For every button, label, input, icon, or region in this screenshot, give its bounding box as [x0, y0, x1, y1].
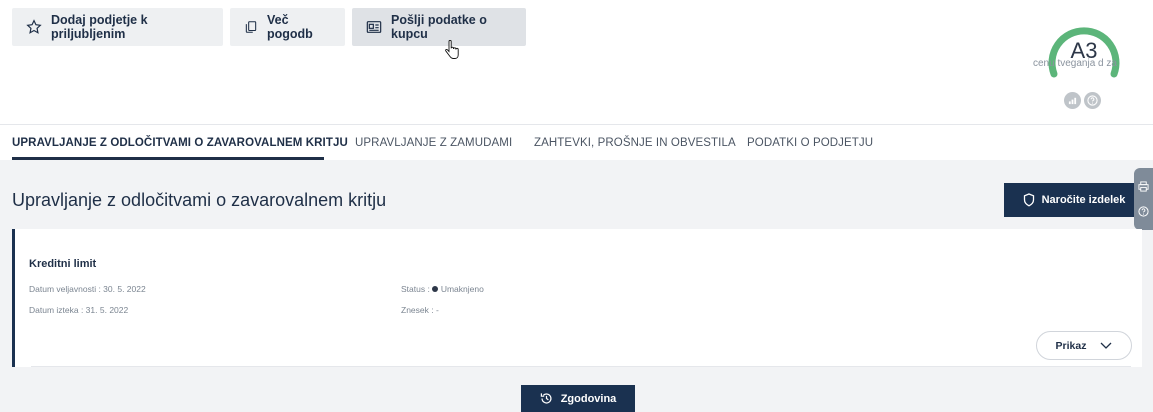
history-label: Zgodovina — [560, 392, 617, 405]
printer-icon[interactable] — [1138, 181, 1149, 192]
tab-bar: UPRAVLJANJE Z ODLOČITVAMI O ZAVAROVALNEM… — [0, 124, 1153, 160]
copy-icon — [245, 21, 257, 33]
card-title: Kreditni limit — [29, 258, 97, 270]
tab-coverage-decisions[interactable]: UPRAVLJANJE Z ODLOČITVAMI O ZAVAROVALNEM… — [12, 137, 348, 149]
id-card-icon — [366, 21, 382, 33]
add-to-favorites-button[interactable]: Dodaj podjetje k priljubljenim — [12, 8, 223, 46]
section-title: Upravljanje z odločitvami o zavarovalnem… — [12, 190, 387, 210]
add-to-favorites-label: Dodaj podjetje k priljubljenim — [51, 13, 148, 41]
risk-tools — [1064, 92, 1101, 109]
order-product-label: Naročite izdelek — [1041, 194, 1126, 206]
expiry-date: Datum izteka : 31. 5. 2022 — [29, 305, 129, 315]
hand-cursor-icon — [445, 40, 459, 59]
more-contracts-button[interactable]: Več pogodb — [230, 8, 345, 46]
show-details-label: Prikaz — [1055, 339, 1087, 352]
status-value: Umaknjeno — [440, 284, 484, 294]
history-button[interactable]: Zgodovina — [521, 385, 635, 412]
status-label: Status : — [401, 284, 430, 294]
order-product-button[interactable]: Naročite izdelek — [1004, 183, 1144, 217]
star-icon — [26, 19, 42, 34]
send-customer-data-button[interactable]: Pošlji podatke o kupcu — [352, 8, 526, 46]
tab-company-data[interactable]: PODATKI O PODJETJU — [747, 137, 873, 149]
side-tools-tab[interactable] — [1134, 168, 1153, 230]
help-circle-icon[interactable] — [1138, 206, 1149, 217]
tab-overdue-management[interactable]: UPRAVLJANJE Z ZAMUDAMI — [355, 137, 512, 149]
more-contracts-label: Več pogodb — [267, 13, 313, 41]
history-icon — [540, 393, 552, 404]
shield-icon — [1023, 193, 1034, 207]
help-icon[interactable] — [1084, 92, 1101, 109]
chevron-down-icon — [1101, 342, 1112, 349]
send-customer-data-label: Pošlji podatke o kupcu — [391, 13, 487, 41]
status-field: Status : Umaknjeno — [401, 284, 484, 294]
status-dot — [431, 285, 438, 292]
card-divider — [31, 366, 1131, 367]
action-bar: Dodaj podjetje k priljubljenim Več pogod… — [0, 0, 1153, 124]
credit-limit-card: Kreditni limit Datum veljavnosti : 30. 5… — [12, 229, 1142, 367]
risk-label: cenu tveganja d za — [1033, 58, 1117, 69]
validity-date: Datum veljavnosti : 30. 5. 2022 — [29, 284, 146, 294]
chart-icon[interactable] — [1064, 92, 1081, 109]
amount-field: Znesek : - — [401, 305, 439, 315]
show-details-button[interactable]: Prikaz — [1036, 331, 1132, 360]
tab-claims-requests[interactable]: ZAHTEVKI, PROŠNJE IN OBVESTILA — [534, 137, 736, 149]
